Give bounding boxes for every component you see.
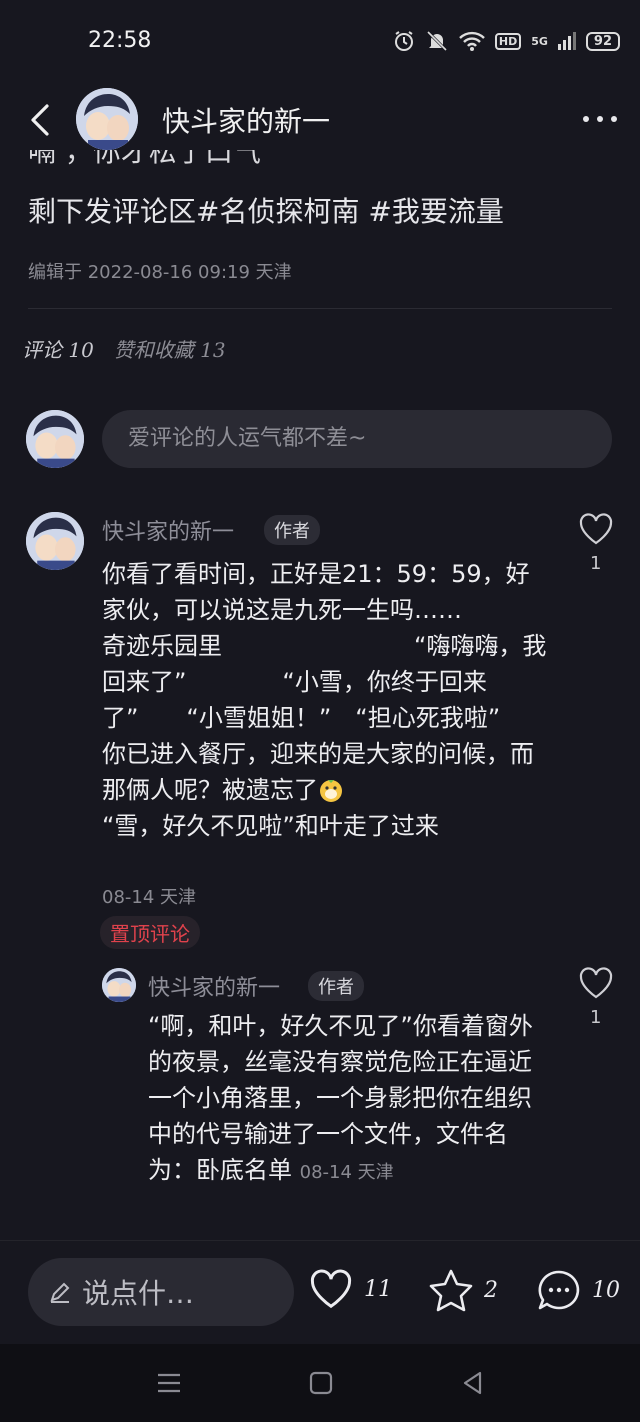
alarm-icon	[394, 31, 413, 51]
network-label: 5G	[531, 34, 548, 48]
my-avatar	[26, 410, 84, 468]
post-clipped-line: 嗝 ，你才松了口气	[28, 150, 261, 168]
comment-author[interactable]: 快斗家的新一	[102, 514, 234, 546]
pinned-badge: 置顶评论	[100, 916, 200, 949]
star-icon	[429, 1269, 473, 1312]
home-square-icon	[309, 1371, 333, 1395]
nav-back-button[interactable]	[458, 1368, 488, 1398]
favorite-count: 2	[484, 1277, 498, 1303]
battery-indicator: 92	[585, 31, 620, 51]
hashtag[interactable]: #我要流量	[368, 195, 503, 228]
comment-input[interactable]: 爱评论的人运气都不差~	[102, 410, 612, 468]
wifi-icon	[459, 31, 485, 51]
menu-icon	[158, 1373, 180, 1393]
status-icons: HD 5G 92	[393, 30, 620, 52]
like-count: 11	[364, 1276, 392, 1302]
nav-home-button[interactable]	[306, 1368, 336, 1398]
post-text-last-line: 剩下发评论区#名侦探柯南 #我要流量	[28, 195, 504, 228]
comment-count: 10	[592, 1277, 620, 1303]
emoji-icon	[320, 780, 342, 802]
back-button[interactable]	[20, 98, 60, 142]
reply-avatar[interactable]	[102, 968, 136, 1002]
more-icon	[583, 116, 617, 122]
heart-icon	[579, 967, 613, 999]
comment-avatar[interactable]	[26, 512, 84, 570]
heart-icon	[579, 513, 613, 545]
heart-icon	[310, 1269, 352, 1309]
tab-comments[interactable]: 评论 10	[22, 334, 94, 363]
status-time: 22:58	[88, 28, 152, 53]
hd-badge: HD	[494, 32, 522, 50]
edited-timestamp: 编辑于 2022-08-16 09:19 天津	[28, 262, 292, 283]
post-favorite-button[interactable]: 2	[428, 1268, 498, 1312]
comment-meta: 08-14 天津	[102, 887, 197, 908]
comment-tabs: 评论 10 赞和收藏 13	[22, 334, 226, 363]
tab-likes-favorites[interactable]: 赞和收藏 13	[114, 334, 226, 363]
mute-icon	[426, 30, 447, 52]
say-label: 说点什…	[82, 1277, 195, 1310]
reply-like-button[interactable]	[578, 966, 614, 1000]
post-comment-button[interactable]: 10	[536, 1268, 620, 1312]
pencil-icon	[50, 1282, 70, 1303]
nav-menu-button[interactable]	[154, 1368, 184, 1398]
page-title: 快斗家的新一	[162, 105, 331, 138]
say-something-input[interactable]: 说点什…	[28, 1258, 294, 1326]
author-avatar[interactable]	[76, 88, 138, 150]
reply-author[interactable]: 快斗家的新一	[148, 970, 280, 1002]
reply-text: “啊，和叶，好久不见了”你看着窗外的夜景，丝毫没有察觉危险正在逼近 一个小角落里…	[148, 1012, 533, 1184]
comment-text: 你看了看时间，正好是21：59：59，好家伙，可以说这是九死一生吗…… 奇迹乐园…	[102, 560, 547, 840]
comment-like-count: 1	[590, 553, 602, 574]
hashtag[interactable]: #名侦探柯南	[196, 195, 359, 228]
comment-like-button[interactable]	[578, 512, 614, 546]
reply-like-count: 1	[590, 1007, 602, 1028]
divider	[28, 308, 612, 309]
reply-meta: 08-14 天津	[299, 1162, 394, 1183]
chevron-left-icon	[31, 104, 49, 136]
more-button[interactable]	[580, 104, 620, 134]
author-badge: 作者	[308, 971, 364, 1001]
post-like-button[interactable]: 11	[308, 1268, 392, 1310]
comment-bubble-icon	[538, 1270, 580, 1310]
triangle-back-icon	[463, 1371, 482, 1395]
author-badge: 作者	[264, 515, 320, 545]
signal-icon	[557, 32, 576, 50]
